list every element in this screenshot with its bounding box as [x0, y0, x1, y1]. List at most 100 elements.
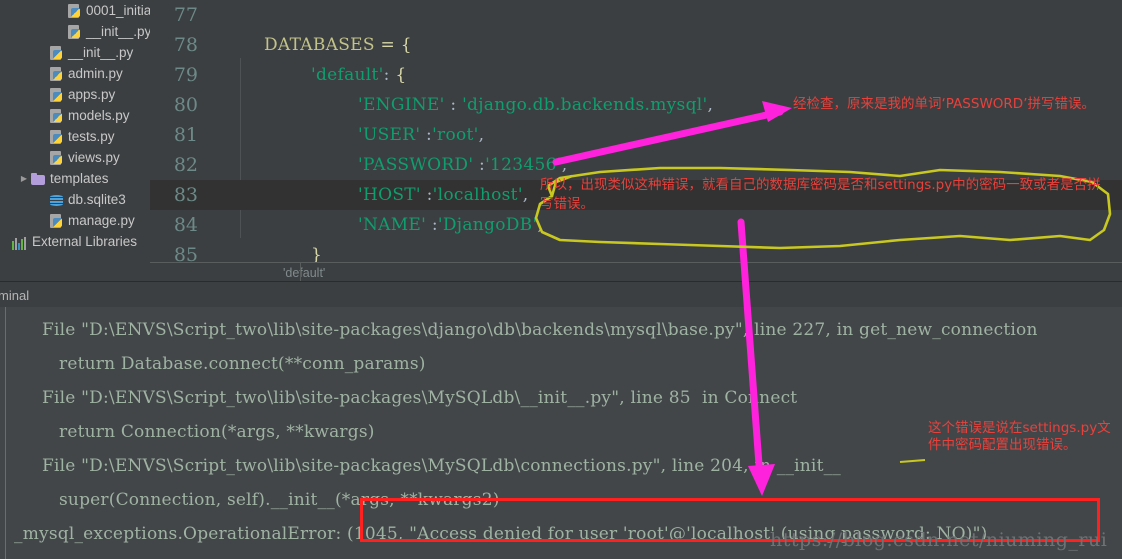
project-tree-panel[interactable]: 0001_initial.p __init__.py __init__.pyadmi…	[0, 0, 150, 262]
python-file-icon	[48, 45, 65, 61]
line-number: 82	[173, 154, 198, 176]
code-token: 'DjangoDB'	[437, 215, 538, 235]
code-line-84[interactable]: 84 'NAME' :'DjangoDB',	[150, 210, 1122, 240]
tree-item-templates[interactable]: ▶ templates	[0, 168, 150, 189]
tool-window-bar[interactable]: Terminal	[0, 281, 1122, 308]
tree-item-label: templates	[50, 171, 109, 186]
line-number: 79	[173, 64, 198, 86]
tree-item-label: tests.py	[68, 129, 115, 144]
code-token: 'default'	[311, 65, 384, 85]
ide-screenshot-root: 0001_initial.p __init__.py __init__.pyadmi…	[0, 0, 1122, 559]
code-token: :	[473, 155, 486, 175]
code-token: ,	[478, 125, 485, 145]
line-number: 83	[173, 184, 198, 206]
code-token: ,	[537, 215, 544, 235]
tree-item-label: apps.py	[68, 87, 116, 102]
python-file-icon	[48, 150, 65, 166]
tree-item-label: __init__.py	[68, 45, 134, 60]
code-token: }	[311, 245, 323, 262]
code-line-77[interactable]: 77	[150, 0, 1122, 30]
tree-item-label: admin.py	[68, 66, 123, 81]
line-number: 80	[173, 94, 198, 116]
watermark: https://blog.csdn.net/niuming_rui	[770, 529, 1108, 551]
code-editor[interactable]: 77 78 DATABASES = {79'default': {80 'ENGINE…	[150, 0, 1122, 262]
line-number: 78	[173, 34, 198, 56]
tree-item-label: models.py	[68, 108, 130, 123]
line-number: 85	[173, 244, 198, 262]
breadcrumb-label: 'default'	[283, 265, 326, 280]
tree-item--init-py[interactable]: __init__.py	[0, 21, 150, 42]
tree-item-external-libraries[interactable]: External Libraries	[0, 231, 150, 252]
python-file-icon	[66, 24, 83, 40]
tree-item-admin-py[interactable]: admin.py	[0, 63, 150, 84]
code-token: :	[420, 185, 433, 205]
code-line-content: }	[208, 245, 1122, 262]
tree-item-tests-py[interactable]: tests.py	[0, 126, 150, 147]
line-number: 81	[173, 124, 198, 146]
terminal-line: File "D:\ENVS\Script_two\lib\site-packag…	[42, 388, 798, 408]
annotation-top-note: 经检查，原来是我的单词‘PASSWORD’拼写错误。	[793, 96, 1095, 112]
code-line-content: 'PASSWORD' :'123456',	[208, 155, 1122, 175]
folder-icon	[30, 171, 47, 187]
code-line-79[interactable]: 79 'default': {	[150, 60, 1122, 90]
code-token: {	[400, 35, 412, 55]
tree-item-label: db.sqlite3	[68, 192, 126, 207]
database-icon	[48, 192, 65, 208]
code-token: =	[374, 35, 401, 55]
python-file-icon	[48, 87, 65, 103]
python-file-icon	[48, 66, 65, 82]
code-token: 'NAME'	[358, 215, 427, 235]
python-file-icon	[48, 129, 65, 145]
tree-item-label: 0001_initial.p	[86, 3, 150, 18]
code-token: :	[420, 125, 433, 145]
code-line-content: 'NAME' :'DjangoDB',	[208, 215, 1122, 235]
terminal-left-rule	[5, 307, 6, 559]
code-token: :	[383, 65, 396, 85]
code-token: 'root'	[432, 125, 479, 145]
code-token: ,	[522, 185, 529, 205]
code-token: :	[426, 215, 438, 235]
breadcrumb[interactable]: 'default'	[150, 262, 1122, 282]
code-token: {	[395, 65, 407, 85]
code-token: DATABASES	[264, 35, 375, 55]
tab-terminal[interactable]: Terminal	[0, 288, 29, 303]
code-line-content: DATABASES = {	[208, 35, 1122, 55]
code-token: '123456'	[485, 155, 562, 175]
terminal-line: File "D:\ENVS\Script_two\lib\site-packag…	[42, 456, 842, 476]
terminal-line: return Database.connect(**conn_params)	[59, 354, 426, 374]
code-line-85[interactable]: 85}	[150, 240, 1122, 262]
code-token: 'USER'	[358, 125, 421, 145]
tree-item-db-sqlite3[interactable]: db.sqlite3	[0, 189, 150, 210]
breadcrumb-separator	[300, 263, 301, 282]
tree-item-label: __init__.py	[86, 24, 150, 39]
tree-item-label: External Libraries	[32, 234, 138, 249]
code-line-content: 'default': {	[208, 65, 1122, 85]
expand-arrow-icon[interactable]: ▶	[18, 174, 30, 183]
tree-item-label: manage.py	[68, 213, 135, 228]
tree-item-apps-py[interactable]: apps.py	[0, 84, 150, 105]
python-file-icon	[48, 213, 65, 229]
tree-item-models-py[interactable]: models.py	[0, 105, 150, 126]
code-token: 'localhost'	[432, 185, 523, 205]
code-token: ,	[707, 95, 714, 115]
code-line-81[interactable]: 81 'USER' :'root',	[150, 120, 1122, 150]
annotation-middle-note: 所以，出现类似这种错误，就看自己的数据库密码是否和settings.py中的密码…	[540, 177, 1101, 212]
code-token: ,	[561, 155, 568, 175]
code-token: 'HOST'	[358, 185, 421, 205]
tree-item-views-py[interactable]: views.py	[0, 147, 150, 168]
libraries-icon	[12, 233, 29, 250]
code-line-78[interactable]: 78 DATABASES = {	[150, 30, 1122, 60]
python-file-icon	[66, 3, 83, 19]
tree-item-0001-initial-p[interactable]: 0001_initial.p	[0, 0, 150, 21]
code-token: 'PASSWORD'	[358, 155, 474, 175]
code-line-content: 'USER' :'root',	[208, 125, 1122, 145]
terminal-line: File "D:\ENVS\Script_two\lib\site-packag…	[42, 320, 1038, 340]
sidebar-scrollbar-track[interactable]	[0, 270, 150, 548]
tree-item-manage-py[interactable]: manage.py	[0, 210, 150, 231]
python-file-icon	[48, 108, 65, 124]
tree-item-label: views.py	[68, 150, 120, 165]
code-token: 'ENGINE'	[358, 95, 445, 115]
line-number: 77	[173, 4, 198, 26]
tree-item--init-py[interactable]: __init__.py	[0, 42, 150, 63]
code-token: 'django.db.backends.mysql'	[462, 95, 708, 115]
